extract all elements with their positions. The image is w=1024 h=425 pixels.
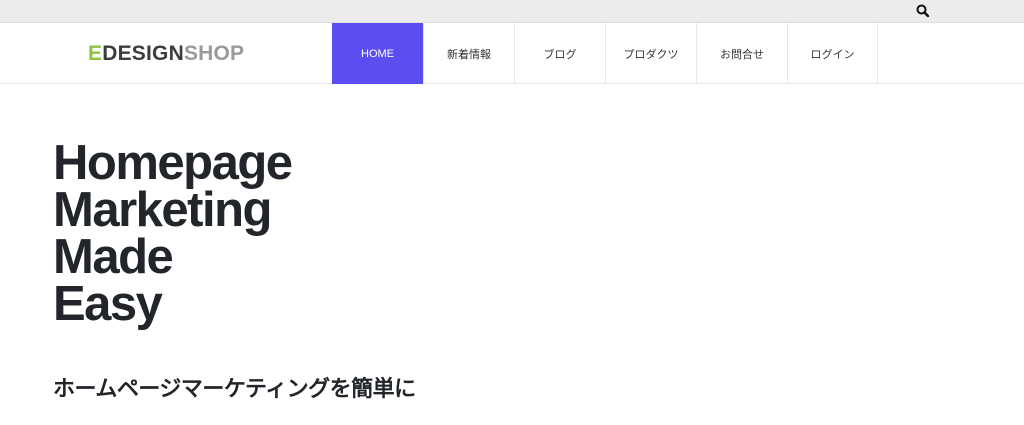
nav-item-login[interactable]: ログイン [787,23,878,84]
nav-item-label: ブログ [543,48,577,61]
logo-part-shop: SHOP [183,42,245,65]
nav-item-label: 新着情報 [447,48,491,61]
nav-item-contact[interactable]: お問合せ [696,23,787,84]
nav-item-products[interactable]: プロダクツ [605,23,696,84]
logo-part-design: DESIGN [102,42,184,65]
hero-line-1: Homepage [53,136,293,190]
hero-heading: Homepage Marketing Made Easy [53,136,453,331]
logo-part-e: E [88,42,103,65]
hero-subtitle: ホームページマーケティングを簡単に [53,377,416,402]
nav-item-label: HOME [361,47,394,60]
hero-line-4: Easy [53,277,163,331]
hero-line-3: Made [53,230,174,284]
nav-item-label: お問合せ [720,48,764,61]
site-logo[interactable]: EDESIGNSHOP [88,41,244,67]
nav-item-label: プロダクツ [623,48,679,61]
nav-item-label: ログイン [810,48,855,61]
site-header: EDESIGNSHOP HOME 新着情報 ブログ プロダクツ お問合せ ログイ… [0,23,1024,84]
nav-item-home[interactable]: HOME [332,23,423,84]
hero-line-2: Marketing [53,183,272,237]
main-nav: HOME 新着情報 ブログ プロダクツ お問合せ ログイン [332,23,878,84]
top-utility-bar [0,0,1024,23]
search-icon[interactable] [914,3,932,19]
nav-item-news[interactable]: 新着情報 [423,23,514,84]
nav-item-blog[interactable]: ブログ [514,23,605,84]
